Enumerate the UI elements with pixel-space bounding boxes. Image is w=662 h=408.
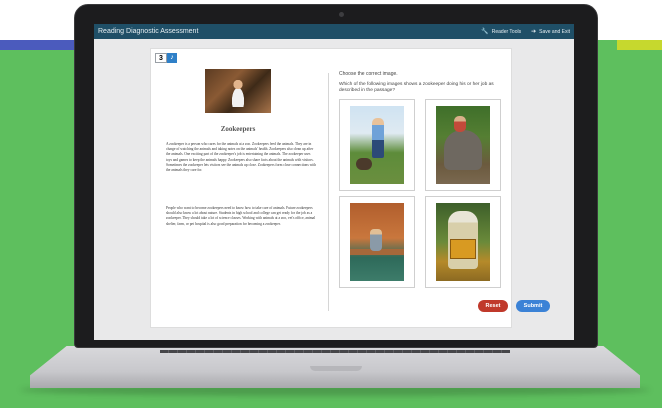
instruction-text: Choose the correct image. [339,71,398,77]
app-header: Reading Diagnostic Assessment 🔧 Reader T… [94,24,574,39]
choice-image-zookeeper-with-monkeys [350,203,404,281]
app-title: Reading Diagnostic Assessment [98,28,199,35]
passage-image [205,69,271,113]
answer-choice-3[interactable] [339,196,415,288]
reset-button[interactable]: Reset [478,300,508,312]
choice-image-beekeeper [436,203,490,281]
promo-background: Reading Diagnostic Assessment 🔧 Reader T… [0,0,662,408]
answer-choice-1[interactable] [339,99,415,191]
column-divider [328,73,329,311]
choice-image-woman-with-dog [350,106,404,184]
answer-choice-4[interactable] [425,196,501,288]
reader-tools-button[interactable]: 🔧 Reader Tools [481,28,522,36]
answer-choice-2[interactable] [425,99,501,191]
laptop-screen: Reading Diagnostic Assessment 🔧 Reader T… [94,24,574,340]
webcam-icon [339,12,344,17]
passage-paragraph: People who want to become zookeepers nee… [166,206,316,226]
save-and-exit-label: Save and Exit [539,28,570,35]
choice-image-elephant-rider [436,106,490,184]
wrench-icon: 🔧 [481,29,489,35]
header-toolbar: 🔧 Reader Tools ➔ Save and Exit [481,28,570,36]
passage-paragraph: A zookeeper is a person who cares for th… [166,142,316,173]
question-panel: 3 ♪ Zookeepers A zookeeper is a person w… [150,48,512,328]
passage-title: Zookeepers [220,125,256,133]
exit-icon: ➔ [531,29,537,35]
reader-tools-label: Reader Tools [491,28,522,35]
speaker-icon[interactable]: ♪ [167,53,177,63]
question-number: 3 [155,53,167,63]
question-text: Which of the following images shows a zo… [339,82,494,93]
keyboard-edge [160,350,510,353]
laptop-notch [310,366,362,371]
submit-button[interactable]: Submit [516,300,550,312]
blue-stripe [0,40,80,50]
lime-stripe [617,40,662,50]
save-and-exit-button[interactable]: ➔ Save and Exit [531,28,570,36]
